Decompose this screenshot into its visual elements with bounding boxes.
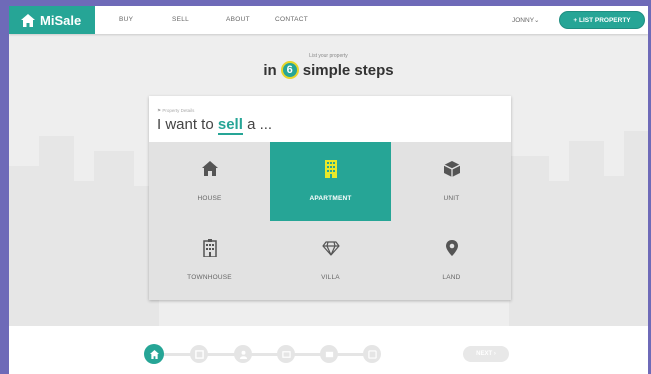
step-6-preview[interactable]: [363, 345, 381, 363]
option-label: VILLA: [321, 274, 340, 281]
house-icon: [201, 161, 218, 176]
step-count-badge: 6: [280, 61, 299, 79]
nav-link-buy[interactable]: BUY: [119, 16, 133, 23]
person-icon: [239, 350, 247, 359]
step-1-home[interactable]: [144, 344, 164, 364]
top-navbar: MiSale BUY SELL ABOUT CONTACT JONNY⌄ + L…: [9, 6, 648, 34]
page-title: in 6 simple steps: [9, 61, 648, 79]
chevron-down-icon: ⌄: [534, 17, 540, 24]
step-3-contact[interactable]: [234, 345, 252, 363]
option-unit[interactable]: UNIT: [391, 142, 512, 221]
preview-icon: [367, 349, 377, 359]
card-prompt: I want to sell a ...: [157, 116, 273, 135]
mail-icon: [325, 351, 333, 357]
option-house[interactable]: HOUSE: [149, 142, 270, 221]
nav-link-contact[interactable]: CONTACT: [275, 16, 308, 23]
option-label: TOWNHOUSE: [187, 274, 232, 281]
brand-name: MiSale: [40, 12, 82, 28]
prompt-action-select[interactable]: sell: [217, 116, 243, 135]
diamond-icon: [321, 241, 340, 256]
next-button[interactable]: NEXT ›: [463, 346, 509, 362]
townhouse-icon: [202, 239, 217, 257]
user-menu[interactable]: JONNY⌄: [512, 16, 539, 24]
map-pin-icon: [445, 240, 458, 256]
option-apartment[interactable]: APARTMENT: [270, 142, 391, 221]
list-property-button[interactable]: + LIST PROPERTY: [559, 11, 645, 29]
app-window: MiSale BUY SELL ABOUT CONTACT JONNY⌄ + L…: [9, 6, 648, 374]
cube-icon: [443, 161, 460, 177]
step-2-details[interactable]: [190, 345, 208, 363]
step-5-message[interactable]: [320, 345, 338, 363]
option-villa[interactable]: VILLA: [270, 221, 391, 300]
home-logo-icon: [21, 13, 35, 27]
home-icon: [149, 349, 159, 359]
option-label: LAND: [442, 274, 461, 281]
option-label: UNIT: [443, 195, 460, 202]
option-label: APARTMENT: [309, 195, 352, 202]
details-icon: [194, 349, 204, 359]
card-caption: ⚑ Property Details: [157, 108, 195, 113]
option-label: HOUSE: [197, 195, 222, 202]
property-type-card: ⚑ Property Details I want to sell a ... …: [149, 96, 511, 300]
title-prefix: in: [263, 61, 277, 79]
card-header: ⚑ Property Details I want to sell a ...: [149, 96, 511, 142]
flag-icon: ⚑: [157, 108, 162, 113]
page-subtitle: List your property: [309, 53, 348, 59]
nav-link-sell[interactable]: SELL: [172, 16, 189, 23]
nav-link-about[interactable]: ABOUT: [226, 16, 250, 23]
brand-logo[interactable]: MiSale: [9, 6, 95, 34]
user-name: JONNY: [512, 17, 535, 24]
title-suffix: simple steps: [302, 61, 394, 79]
step-4-photos[interactable]: [277, 345, 295, 363]
photo-icon: [281, 350, 291, 358]
option-townhouse[interactable]: TOWNHOUSE: [149, 221, 270, 300]
chevron-right-icon: ›: [493, 351, 496, 357]
option-land[interactable]: LAND: [391, 221, 512, 300]
apartment-icon: [324, 160, 337, 178]
step-progress-footer: NEXT ›: [9, 326, 648, 374]
